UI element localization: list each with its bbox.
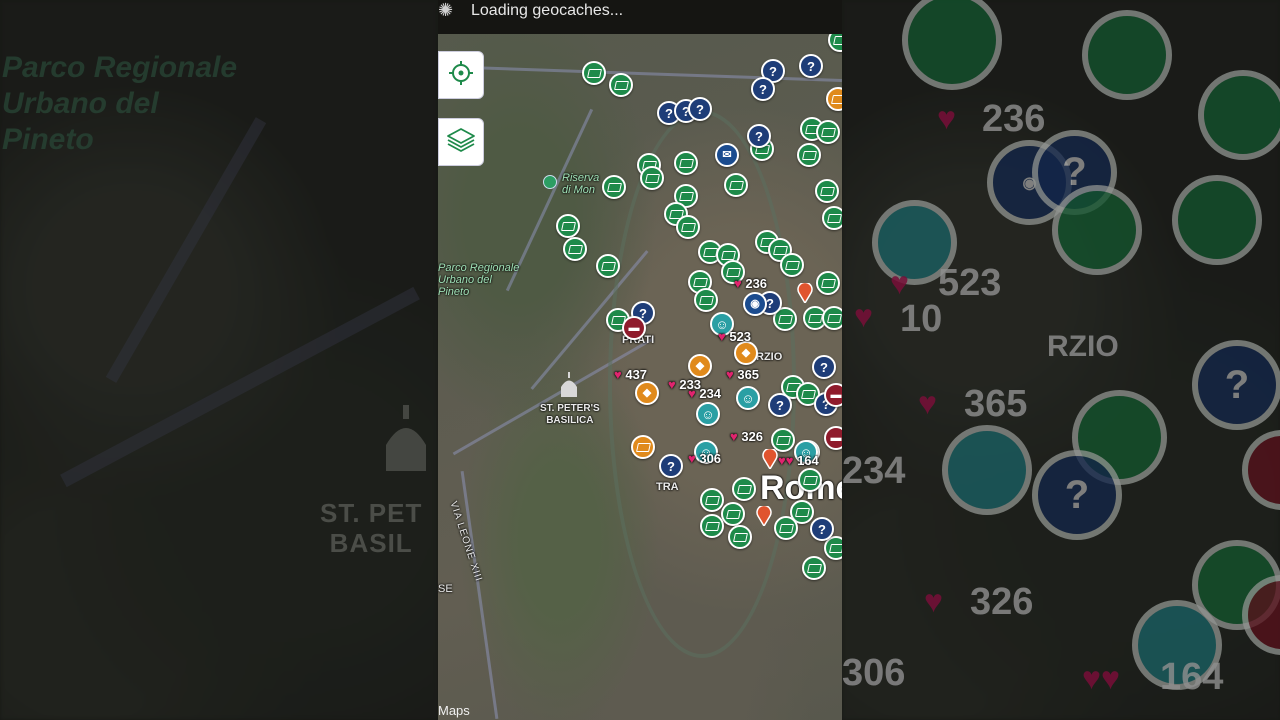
favorite-count: ♥ 236	[734, 276, 768, 291]
traditional-cache-marker[interactable]	[676, 215, 700, 239]
traditional-cache-marker[interactable]	[822, 206, 842, 230]
favorite-count: ♥ 234	[688, 386, 722, 401]
layers-icon	[446, 126, 476, 159]
location-pin-icon[interactable]	[797, 281, 813, 305]
traditional-cache-marker[interactable]	[556, 214, 580, 238]
traditional-cache-marker[interactable]	[700, 488, 724, 512]
crosshair-icon	[448, 60, 474, 91]
wherigo-cache-marker[interactable]: ▬	[622, 316, 646, 340]
maps-attribution: Maps	[438, 703, 470, 718]
traditional-cache-marker[interactable]	[721, 502, 745, 526]
map-layers-button[interactable]	[438, 118, 484, 166]
mystery-cache-marker[interactable]: ?	[751, 77, 775, 101]
heart-icon: ♥	[688, 451, 696, 466]
heart-icon: ♥	[726, 367, 734, 382]
traditional-cache-marker[interactable]	[822, 306, 842, 330]
traditional-cache-marker[interactable]	[596, 254, 620, 278]
heart-icon: ♥	[730, 429, 738, 444]
traditional-cache-marker[interactable]	[563, 237, 587, 261]
letterbox-cache-marker[interactable]: ✉	[715, 143, 739, 167]
mystery-cache-marker[interactable]: ?	[747, 124, 771, 148]
riserva-label: Riserva di Mon	[562, 172, 600, 196]
event-cache-marker[interactable]: ◉	[743, 292, 767, 316]
traditional-cache-marker[interactable]	[732, 477, 756, 501]
mystery-cache-marker[interactable]: ?	[768, 393, 792, 417]
earthcache-marker[interactable]: ◆	[635, 381, 659, 405]
heart-icon: ♥	[734, 276, 742, 291]
traditional-cache-marker[interactable]	[816, 271, 840, 295]
mystery-cache-marker[interactable]: ?	[799, 54, 823, 78]
heart-icon: ♥	[668, 377, 676, 392]
left-blurred-background: Parco Regionale Urbano del Pineto ST. PE…	[0, 0, 438, 720]
tiber-river	[608, 110, 796, 658]
traditional-cache-marker[interactable]	[802, 556, 826, 580]
basilica-label: ST. PETER'S BASILICA	[540, 403, 600, 426]
virtual-cache-marker[interactable]: ☺	[696, 402, 720, 426]
heart-icon: ♥♥	[778, 453, 794, 468]
earthcache-marker[interactable]: ◆	[688, 354, 712, 378]
favorite-count: ♥ 306	[688, 451, 722, 466]
se-label: SE	[438, 583, 453, 595]
mystery-cache-marker[interactable]: ?	[688, 97, 712, 121]
heart-icon: ♥	[718, 329, 726, 344]
location-pin-icon[interactable]	[762, 447, 778, 471]
park-pin-icon	[543, 175, 557, 189]
basilica-icon	[558, 372, 580, 398]
traditional-cache-marker[interactable]	[609, 73, 633, 97]
traditional-cache-marker[interactable]	[815, 179, 839, 203]
traditional-cache-marker[interactable]	[728, 525, 752, 549]
loading-status-bar: ✺ Loading geocaches...	[438, 0, 842, 34]
traditional-cache-marker[interactable]	[694, 288, 718, 312]
mystery-cache-marker[interactable]: ?	[810, 517, 834, 541]
favorite-count: ♥ 326	[730, 429, 764, 444]
traditional-cache-marker[interactable]	[602, 175, 626, 199]
park-label: Parco Regionale Urbano del Pineto	[438, 262, 520, 298]
favorite-count: ♥ 437	[614, 367, 648, 382]
campo-label: RZIO	[756, 351, 783, 363]
virtual-cache-marker[interactable]: ☺	[736, 386, 760, 410]
traditional-cache-marker[interactable]	[774, 516, 798, 540]
traditional-cache-marker[interactable]	[640, 166, 664, 190]
heart-icon: ♥	[614, 367, 622, 382]
multi-cache-marker[interactable]	[631, 435, 655, 459]
heart-icon: ♥	[688, 386, 696, 401]
trastevere-label: TRA	[656, 481, 679, 493]
wherigo-cache-marker[interactable]: ▬	[824, 426, 842, 450]
mystery-cache-marker[interactable]: ?	[659, 454, 683, 478]
loading-spinner-icon: ✺	[438, 0, 454, 20]
traditional-cache-marker[interactable]	[797, 143, 821, 167]
wherigo-cache-marker[interactable]: ▬	[824, 383, 842, 407]
favorite-count: ♥ 523	[718, 329, 752, 344]
traditional-cache-marker[interactable]	[724, 173, 748, 197]
locate-button[interactable]	[438, 51, 484, 99]
location-pin-icon[interactable]	[756, 504, 772, 528]
map-view[interactable]: Parco Regionale Urbano del Pineto Riserv…	[438, 0, 842, 720]
earthcache-marker[interactable]: ◆	[734, 341, 758, 365]
traditional-cache-marker[interactable]	[798, 468, 822, 492]
favorite-count: ♥♥ 164	[778, 453, 819, 468]
traditional-cache-marker[interactable]	[700, 514, 724, 538]
loading-status-text: Loading geocaches...	[471, 2, 624, 19]
traditional-cache-marker[interactable]	[582, 61, 606, 85]
traditional-cache-marker[interactable]	[816, 120, 840, 144]
right-blurred-background: ◉ ? ? ? ♥ 236 ♥ 523 ♥ 10 RZIO ♥ 365 234 …	[842, 0, 1280, 720]
screen: Parco Regionale Urbano del Pineto ST. PE…	[0, 0, 1280, 720]
traditional-cache-marker[interactable]	[674, 151, 698, 175]
traditional-cache-marker[interactable]	[780, 253, 804, 277]
mystery-cache-marker[interactable]: ?	[812, 355, 836, 379]
favorite-count: ♥ 365	[726, 367, 760, 382]
